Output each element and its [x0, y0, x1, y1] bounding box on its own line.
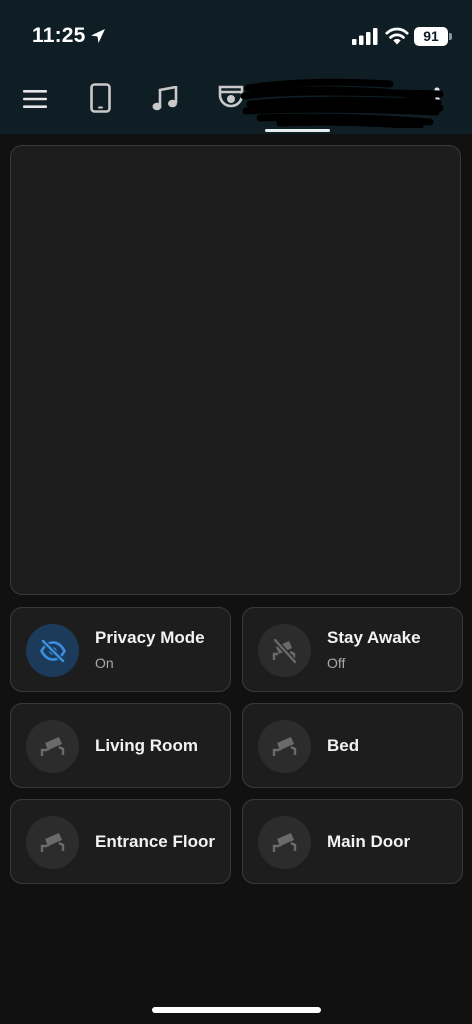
tile-bed[interactable]: Bed [242, 703, 463, 788]
tablet-icon[interactable] [90, 83, 111, 113]
redacted-title-scribble [240, 78, 444, 128]
active-tab-indicator [265, 129, 330, 132]
tile-name: Entrance Floor [95, 832, 215, 851]
tile-name: Living Room [95, 736, 198, 755]
tile-name: Privacy Mode [95, 628, 205, 647]
status-time: 11:25 [32, 24, 86, 47]
music-note-icon[interactable] [152, 86, 178, 112]
cctv-icon [272, 736, 296, 756]
battery-cap [449, 33, 452, 40]
battery-indicator: 91 [414, 27, 448, 46]
eye-off-icon [39, 639, 66, 662]
tile-state: Off [327, 655, 346, 671]
tile-state: On [95, 655, 114, 671]
tile-privacy-mode[interactable]: Privacy Mode On [10, 607, 231, 692]
cctv-icon [40, 736, 64, 756]
privacy-mode-toggle[interactable] [26, 624, 79, 677]
tile-name: Stay Awake [327, 628, 421, 647]
bed-camera-button[interactable] [258, 720, 311, 773]
cellular-signal-icon [352, 28, 378, 45]
tile-stay-awake[interactable]: Stay Awake Off [242, 607, 463, 692]
tile-name: Bed [327, 736, 360, 755]
tile-main-door[interactable]: Main Door [242, 799, 463, 884]
camera-stream-panel[interactable] [10, 145, 461, 595]
menu-icon[interactable] [23, 90, 47, 108]
cctv-icon [40, 832, 64, 852]
status-bar: 11:25 91 [0, 0, 472, 72]
wifi-icon [385, 27, 409, 45]
tile-name: Main Door [327, 832, 411, 851]
tile-living-room[interactable]: Living Room [10, 703, 231, 788]
cctv-icon [272, 832, 296, 852]
main-door-camera-button[interactable] [258, 816, 311, 869]
living-room-camera-button[interactable] [26, 720, 79, 773]
tile-entrance-floor[interactable]: Entrance Floor [10, 799, 231, 884]
cctv-off-icon [272, 637, 297, 664]
location-arrow-icon [91, 29, 105, 43]
entrance-floor-camera-button[interactable] [26, 816, 79, 869]
home-indicator[interactable] [152, 1007, 321, 1013]
stay-awake-toggle[interactable] [258, 624, 311, 677]
